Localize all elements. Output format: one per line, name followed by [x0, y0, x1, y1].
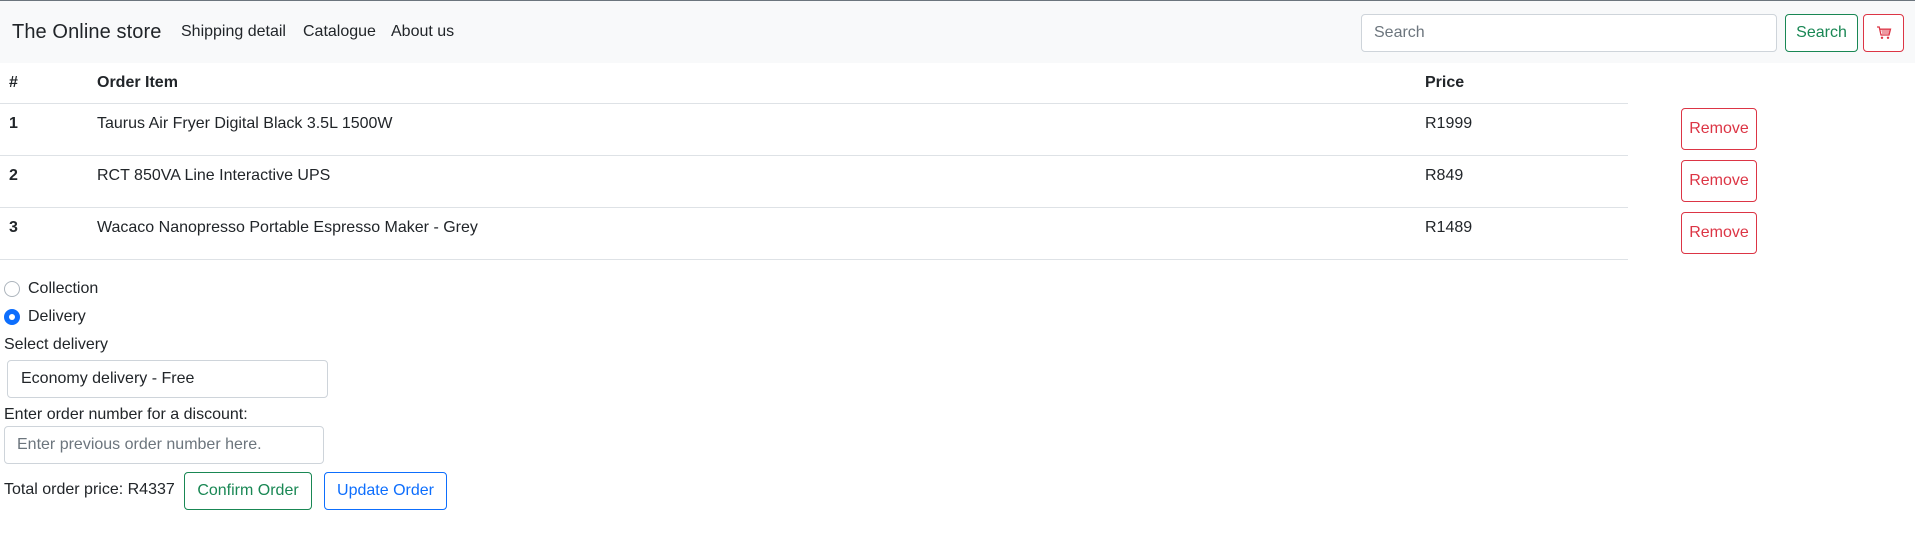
search-button[interactable]: Search [1785, 14, 1858, 52]
row-number: 2 [9, 167, 18, 184]
brand-logo[interactable]: The Online store [12, 21, 161, 44]
update-order-button[interactable]: Update Order [324, 472, 447, 510]
header-number: # [9, 74, 18, 91]
radio-collection[interactable]: Collection [4, 280, 98, 298]
row-number: 1 [9, 115, 18, 132]
cart-button[interactable] [1863, 14, 1904, 52]
order-number-input[interactable] [4, 426, 324, 464]
row-item: RCT 850VA Line Interactive UPS [97, 167, 331, 184]
table-row: 2 RCT 850VA Line Interactive UPS R849 [0, 156, 1628, 208]
remove-button[interactable]: Remove [1681, 108, 1757, 150]
nav-link-catalogue[interactable]: Catalogue [303, 23, 376, 41]
header-price: Price [1425, 74, 1465, 91]
nav-link-shipping-detail[interactable]: Shipping detail [181, 23, 286, 41]
search-input[interactable] [1361, 14, 1777, 52]
radio-delivery-circle[interactable] [4, 309, 20, 325]
remove-button[interactable]: Remove [1681, 212, 1757, 254]
navbar: The Online store Shipping detail Catalog… [0, 0, 1915, 63]
header-order-item: Order Item [97, 74, 178, 91]
row-price: R1489 [1425, 219, 1473, 236]
table-row: 3 Wacaco Nanopresso Portable Espresso Ma… [0, 208, 1628, 260]
radio-collection-label: Collection [28, 280, 99, 297]
nav-link-about-us[interactable]: About us [391, 23, 454, 41]
row-item: Wacaco Nanopresso Portable Espresso Make… [97, 219, 478, 236]
cart-icon [1876, 26, 1891, 39]
radio-collection-circle[interactable] [4, 281, 20, 297]
remove-button[interactable]: Remove [1681, 160, 1757, 202]
select-delivery-label: Select delivery [4, 336, 109, 353]
confirm-order-button[interactable]: Confirm Order [184, 472, 312, 510]
row-item: Taurus Air Fryer Digital Black 3.5L 1500… [97, 115, 393, 132]
row-price: R849 [1425, 167, 1464, 184]
row-number: 3 [9, 219, 18, 236]
total-price: Total order price: R4337 [4, 481, 175, 498]
table-header: # Order Item Price [0, 63, 1628, 104]
row-price: R1999 [1425, 115, 1473, 132]
table-row: 1 Taurus Air Fryer Digital Black 3.5L 15… [0, 104, 1628, 156]
delivery-select-value: Economy delivery - Free [21, 370, 195, 387]
radio-delivery-label: Delivery [28, 308, 86, 325]
radio-delivery[interactable]: Delivery [4, 308, 86, 326]
discount-label: Enter order number for a discount: [4, 406, 248, 423]
delivery-select[interactable]: Economy delivery - Free [7, 360, 328, 398]
